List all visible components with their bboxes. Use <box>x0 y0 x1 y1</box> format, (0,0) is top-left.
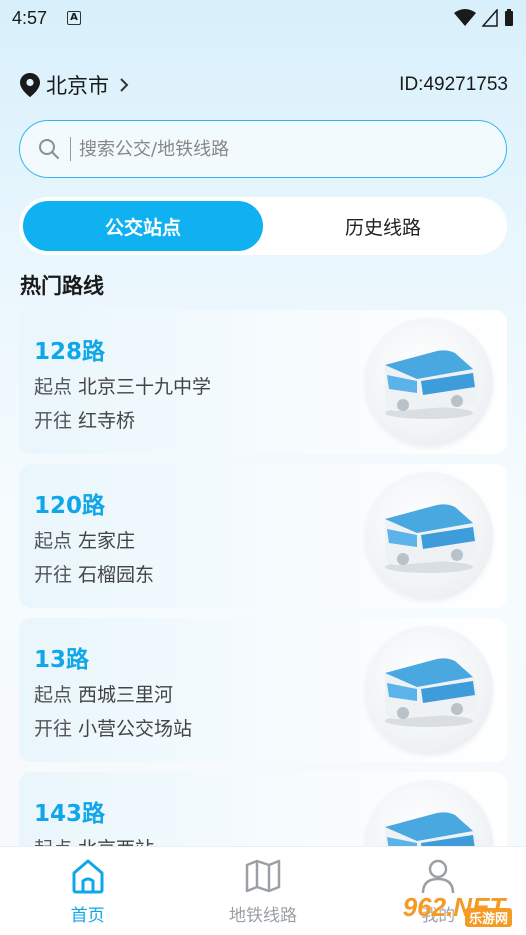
user-id: ID:49271753 <box>399 74 508 95</box>
chevron-right-icon <box>120 78 129 92</box>
tab-bus-stops[interactable]: 公交站点 <box>23 201 263 251</box>
route-destination: 开往 红寺桥 <box>34 406 135 433</box>
destination-label: 开往 <box>34 718 73 740</box>
route-origin: 起点 西城三里河 <box>34 680 173 707</box>
search-bar[interactable] <box>19 120 507 178</box>
destination-value: 石榴园东 <box>78 564 155 586</box>
tab-bar: 公交站点 历史线路 <box>19 197 507 255</box>
route-name: 143路 <box>34 801 106 827</box>
route-destination: 开往 石榴园东 <box>34 560 154 587</box>
route-name: 128路 <box>34 339 106 365</box>
search-input[interactable] <box>79 138 459 160</box>
status-indicators <box>454 9 514 27</box>
destination-value: 小营公交场站 <box>78 718 193 740</box>
location-pin-icon <box>20 73 40 97</box>
bus-icon <box>385 504 477 573</box>
bus-icon <box>385 658 477 727</box>
origin-value: 北京三十九中学 <box>78 376 212 398</box>
bus-icon <box>385 350 477 419</box>
bus-image <box>365 318 493 446</box>
nav-subway-routes[interactable]: 地铁线路 <box>175 847 350 935</box>
nav-home[interactable]: 首页 <box>0 847 175 935</box>
tab-history-routes[interactable]: 历史线路 <box>263 201 503 251</box>
route-destination: 开往 小营公交场站 <box>34 714 192 741</box>
watermark-sub: 乐游网 <box>464 908 512 927</box>
origin-value: 西城三里河 <box>78 684 174 706</box>
signal-icon <box>482 9 498 27</box>
bus-image <box>365 626 493 754</box>
map-icon <box>245 859 281 893</box>
wifi-icon <box>454 9 476 26</box>
status-bar: 4:57 A <box>0 0 526 36</box>
city-name: 北京市 <box>46 74 109 98</box>
origin-label: 起点 <box>34 684 73 706</box>
route-list: 128路 起点 北京三十九中学 开往 红寺桥 120路 起点 左家庄 开往 石榴园东 <box>19 310 507 926</box>
search-divider <box>70 137 71 161</box>
bus-image <box>365 472 493 600</box>
destination-label: 开往 <box>34 564 73 586</box>
section-title-hot-routes: 热门路线 <box>20 274 104 298</box>
route-card[interactable]: 120路 起点 左家庄 开往 石榴园东 <box>19 464 507 608</box>
header: 北京市 ID:49271753 <box>20 68 508 102</box>
route-name: 120路 <box>34 493 106 519</box>
city-selector[interactable]: 北京市 <box>20 70 129 100</box>
nav-home-label: 首页 <box>70 906 105 926</box>
destination-label: 开往 <box>34 410 73 432</box>
origin-value: 左家庄 <box>78 530 136 552</box>
notification-icon: A <box>67 11 82 25</box>
home-icon <box>72 859 104 894</box>
nav-subway-label: 地铁线路 <box>228 906 297 926</box>
route-origin: 起点 左家庄 <box>34 526 135 553</box>
watermark-logo: 962.NET 乐游网 <box>388 885 520 929</box>
route-origin: 起点 北京三十九中学 <box>34 372 211 399</box>
battery-icon <box>505 9 513 26</box>
status-time: 4:57 <box>12 7 48 28</box>
route-card[interactable]: 13路 起点 西城三里河 开往 小营公交场站 <box>19 618 507 762</box>
search-icon <box>39 139 59 159</box>
origin-label: 起点 <box>34 376 73 398</box>
route-card[interactable]: 128路 起点 北京三十九中学 开往 红寺桥 <box>19 310 507 454</box>
destination-value: 红寺桥 <box>78 410 136 432</box>
route-name: 13路 <box>34 647 90 673</box>
origin-label: 起点 <box>34 530 73 552</box>
